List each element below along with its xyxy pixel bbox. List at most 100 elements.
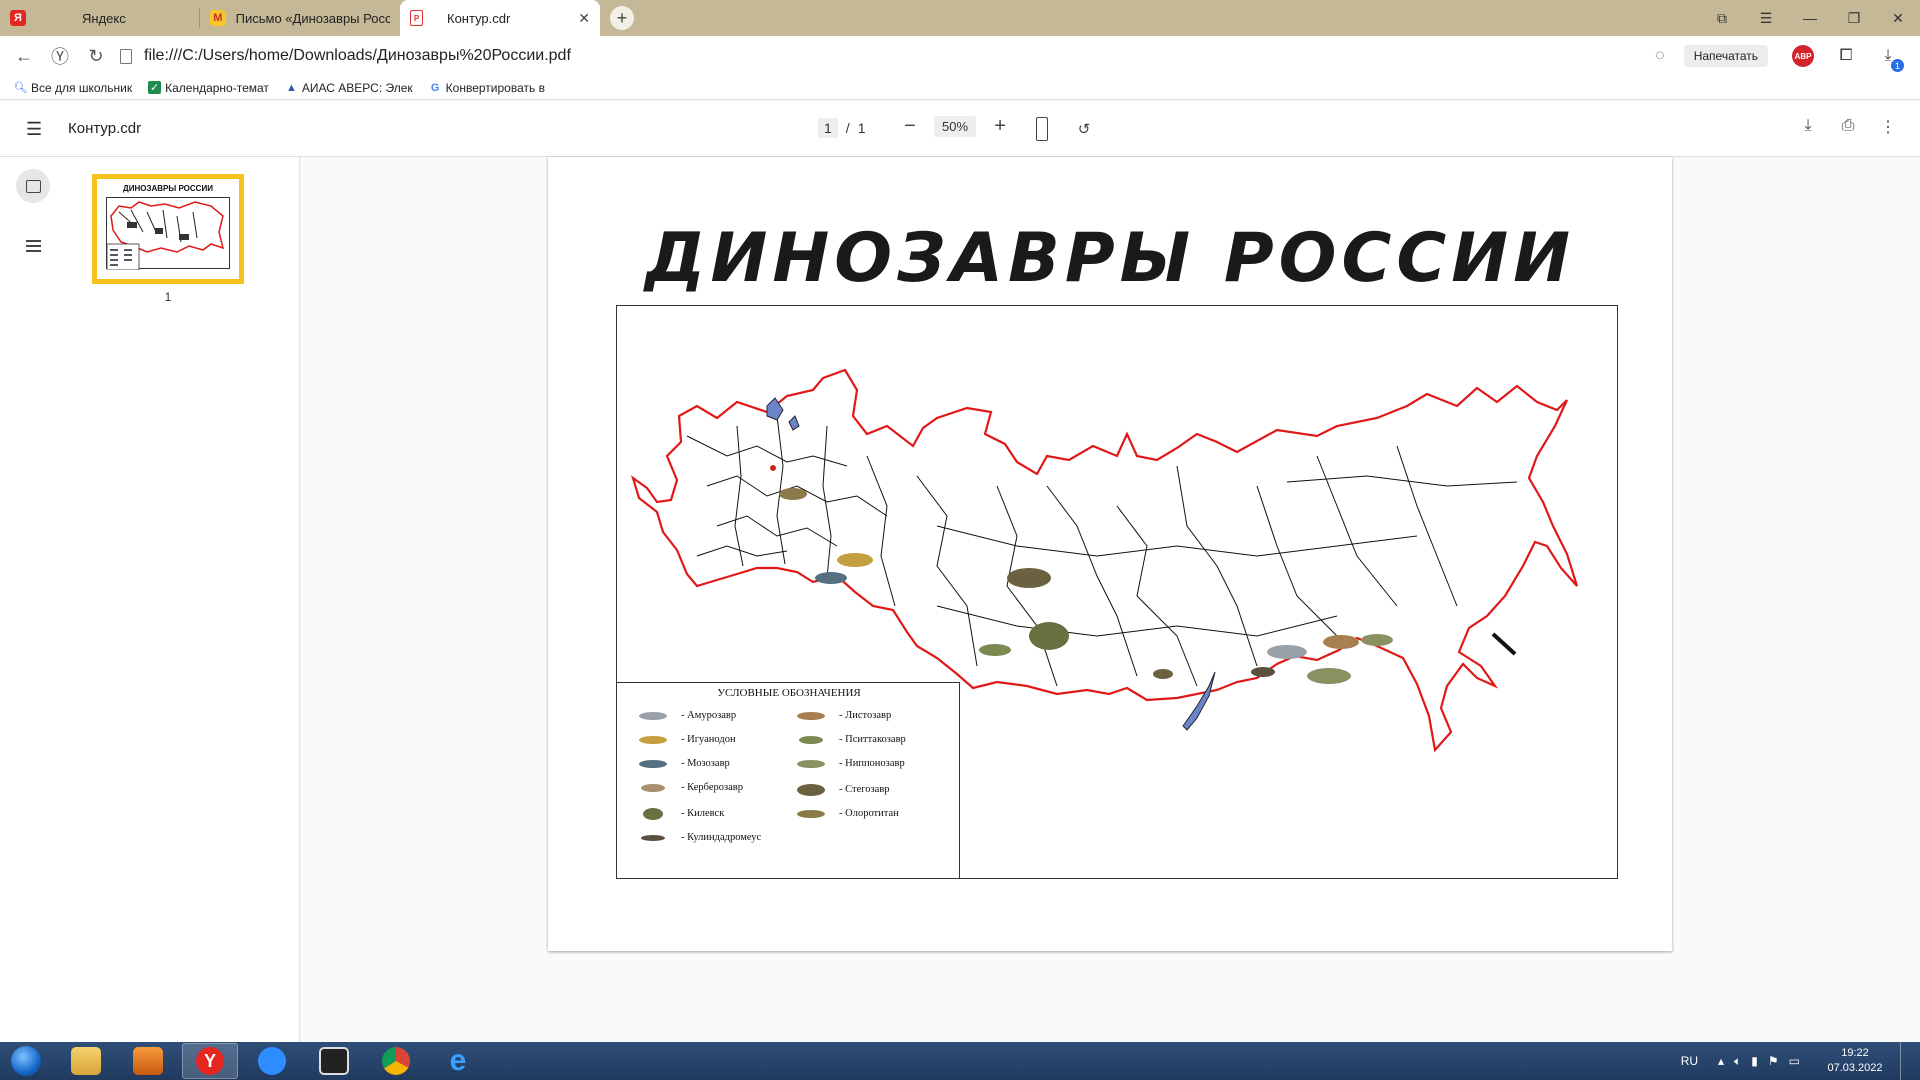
plus-icon: + — [616, 7, 628, 28]
window-controls: ⧉ ☰ — ❐ ✕ — [1700, 0, 1920, 36]
flag-icon[interactable]: ⚑ — [1768, 1054, 1779, 1068]
tabs-menu-icon[interactable]: ⧉ — [1700, 10, 1744, 27]
legend-item: - Кулиндадромеус — [631, 829, 761, 845]
folder-icon — [71, 1047, 101, 1075]
tab-label: Письмо «Динозавры Росс — [235, 10, 390, 26]
url-text: file:///C:/Users/home/Downloads/Динозавр… — [144, 47, 571, 64]
tab-mail[interactable]: M Письмо «Динозавры Росс — [200, 0, 400, 36]
tab-label: Яндекс — [82, 10, 126, 26]
pdf-icon: P — [410, 10, 423, 26]
bookmark-item[interactable]: 🔍︎ Все для школьник — [14, 81, 132, 95]
chat-icon[interactable]: ◌ — [1650, 46, 1670, 66]
zoom-value[interactable]: 50% — [934, 116, 977, 137]
fit-page-icon[interactable] — [1036, 117, 1060, 141]
taskbar-zoom[interactable] — [244, 1043, 300, 1079]
legend-item: - Керберозавр — [631, 779, 743, 795]
bookmark-item[interactable]: ▲ АИАС АВЕРС: Элек — [285, 81, 413, 95]
tab-label: Контур.cdr — [447, 10, 511, 26]
legend-item: - Ниппонозавр — [789, 755, 905, 771]
bookmark-item[interactable]: ✓ Календарно-темат — [148, 81, 269, 95]
tab-pdf-active[interactable]: P Контур.cdr ✕ — [400, 0, 600, 36]
yandex-browser-icon: Y — [196, 1047, 224, 1075]
new-tab-button[interactable]: + — [610, 6, 634, 30]
document-title: Контур.cdr — [68, 120, 142, 137]
taskbar-internet-explorer[interactable]: e — [430, 1043, 486, 1079]
page-total: 1 — [857, 120, 866, 136]
google-icon: G — [430, 81, 440, 94]
windows-taskbar: Y e RU ▴ 🔈︎ ▮ ⚑ ▭ 19:22 07.03.2022 — [0, 1042, 1920, 1080]
legend-item: - Листозавр — [789, 707, 891, 723]
restore-icon[interactable]: ❐ — [1832, 10, 1876, 27]
download-icon[interactable]: ⤓ 1 — [1878, 46, 1904, 72]
language-indicator[interactable]: RU — [1681, 1054, 1698, 1068]
chrome-icon — [382, 1047, 410, 1075]
pdf-page: ДИНОЗАВРЫ РОССИИ УСЛОВНЫЕ ОБОЗНАЧЕНИЯ - … — [548, 157, 1672, 951]
download-count-badge: 1 — [1891, 59, 1904, 72]
checkbox-icon: ✓ — [148, 81, 162, 94]
clock[interactable]: 19:22 07.03.2022 — [1818, 1046, 1892, 1076]
reload-icon[interactable]: ↻ — [78, 46, 114, 67]
legend-item: - Игуанодон — [631, 731, 736, 747]
taskbar-chrome[interactable] — [368, 1043, 424, 1079]
tab-strip: Я Яндекс M Письмо «Динозавры Росс P Конт… — [0, 0, 1920, 36]
legend-item: - Мозозавр — [631, 755, 730, 771]
legend-title: УСЛОВНЫЕ ОБОЗНАЧЕНИЯ — [717, 687, 861, 699]
show-hidden-icons-icon[interactable]: ▴ — [1718, 1054, 1724, 1068]
thumbnails-view-button[interactable] — [16, 169, 50, 203]
page-thumbnail[interactable]: ДИНОЗАВРЫ РОССИИ — [92, 174, 244, 284]
start-button[interactable] — [6, 1042, 46, 1080]
zoom-out-icon[interactable]: − — [898, 115, 922, 138]
thumbnail-sidebar: ДИНОЗАВРЫ РОССИИ 1 — [0, 157, 300, 1042]
pdf-toolbar: ☰ Контур.cdr 1 / 1 − 50% + ↺ ⤓ ⎙ ⋮ — [0, 101, 1920, 157]
thumbnail-page-number: 1 — [164, 290, 172, 304]
outline-view-button[interactable] — [16, 229, 50, 263]
print-icon[interactable]: ⎙ — [1836, 117, 1860, 137]
clock-time: 19:22 — [1841, 1047, 1869, 1059]
map-legend: УСЛОВНЫЕ ОБОЗНАЧЕНИЯ - Амурозавр - Игуан… — [616, 682, 960, 879]
taskbar-video-editor[interactable] — [306, 1043, 362, 1079]
display-icon[interactable]: ▭ — [1789, 1054, 1800, 1068]
more-options-icon[interactable]: ⋮ — [1876, 117, 1900, 137]
film-icon — [319, 1047, 349, 1075]
legend-item: - Олоротитан — [789, 805, 899, 821]
tab-yandex[interactable]: Я Яндекс — [0, 0, 200, 36]
page-title: ДИНОЗАВРЫ РОССИИ — [644, 219, 1576, 298]
back-icon[interactable]: ← — [6, 46, 42, 67]
page-number-input[interactable]: 1 — [818, 118, 838, 138]
thumbnail-title: ДИНОЗАВРЫ РОССИИ — [123, 184, 213, 193]
menu-icon[interactable]: ☰ — [1744, 10, 1788, 27]
taskbar-media-player[interactable] — [120, 1043, 176, 1079]
yandex-home-icon[interactable]: Ⓨ — [42, 43, 78, 69]
legend-item: - Амурозавр — [631, 707, 736, 723]
close-window-icon[interactable]: ✕ — [1876, 10, 1920, 27]
list-icon — [25, 240, 41, 252]
print-page-button[interactable]: Напечатать — [1683, 45, 1768, 67]
triangle-logo-icon: ▲ — [285, 81, 297, 94]
close-tab-icon[interactable]: ✕ — [578, 10, 590, 27]
show-desktop-button[interactable] — [1900, 1042, 1910, 1080]
collections-icon[interactable]: ⧠ — [1836, 46, 1856, 66]
file-icon — [120, 48, 132, 64]
volume-icon[interactable]: 🔈︎ — [1734, 1054, 1741, 1069]
search-icon: 🔍︎ — [14, 82, 28, 94]
bookmark-item[interactable]: G Конвертировать в — [429, 81, 545, 95]
minimize-icon[interactable]: — — [1788, 10, 1832, 26]
taskbar-yandex-browser[interactable]: Y — [182, 1043, 238, 1079]
media-player-icon — [133, 1047, 163, 1075]
download-pdf-icon[interactable]: ⤓ — [1796, 117, 1820, 137]
pdf-viewer: ДИНОЗАВРЫ РОССИИ УСЛОВНЫЕ ОБОЗНАЧЕНИЯ - … — [301, 157, 1920, 1042]
page-separator: / — [845, 120, 850, 136]
zoom-icon — [258, 1047, 286, 1075]
adblock-icon[interactable]: ABP — [1792, 45, 1814, 67]
rotate-icon[interactable]: ↺ — [1072, 117, 1096, 141]
yandex-icon: Я — [10, 10, 26, 26]
sidebar-menu-icon[interactable]: ☰ — [26, 119, 42, 140]
windows-logo-icon — [11, 1046, 41, 1076]
url-field[interactable]: file:///C:/Users/home/Downloads/Динозавр… — [120, 47, 571, 65]
legend-item: - Стегозавр — [789, 781, 890, 797]
zoom-control: − 50% + — [898, 115, 1012, 138]
zoom-in-icon[interactable]: + — [988, 115, 1012, 138]
network-icon[interactable]: ▮ — [1751, 1054, 1758, 1068]
legend-item: - Пситтакозавр — [789, 731, 906, 747]
taskbar-explorer[interactable] — [58, 1043, 114, 1079]
